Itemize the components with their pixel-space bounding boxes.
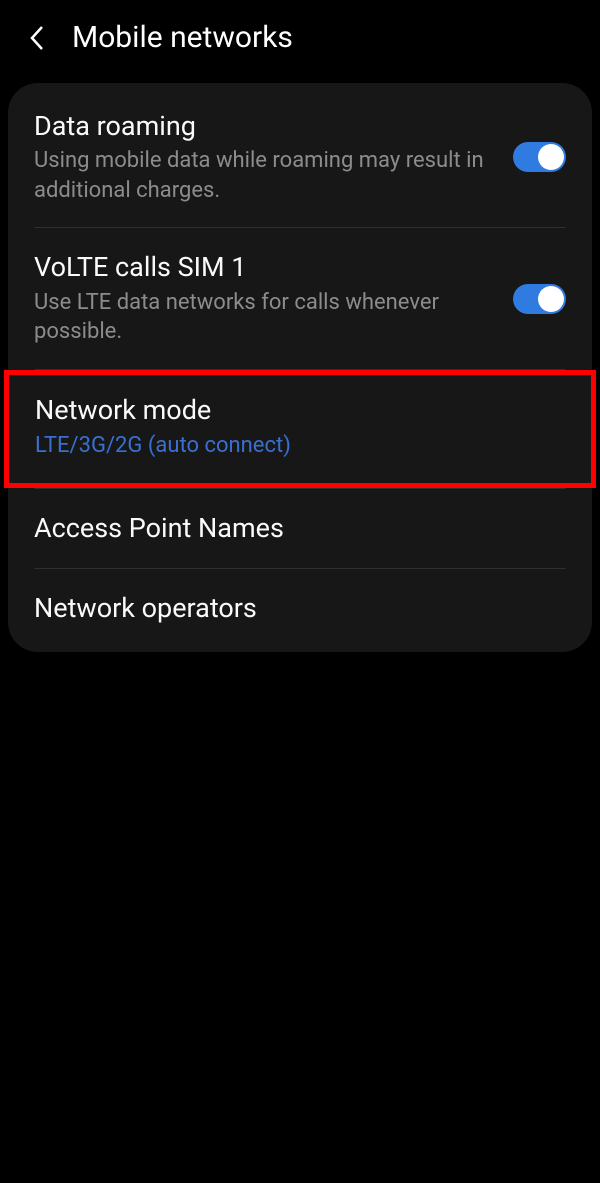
toggle-volte[interactable] <box>513 284 566 314</box>
item-subtitle: Use LTE data networks for calls whenever… <box>34 288 499 347</box>
header: Mobile networks <box>0 0 600 83</box>
item-volte[interactable]: VoLTE calls SIM 1 Use LTE data networks … <box>8 228 592 368</box>
item-subtitle: Using mobile data while roaming may resu… <box>34 146 499 205</box>
toggle-knob <box>538 144 564 170</box>
settings-panel: Data roaming Using mobile data while roa… <box>8 83 592 652</box>
item-title: Network operators <box>34 591 552 626</box>
item-title: Access Point Names <box>34 511 552 546</box>
item-text: Access Point Names <box>34 511 566 546</box>
item-subtitle: LTE/3G/2G (auto connect) <box>35 431 551 461</box>
item-text: Network mode LTE/3G/2G (auto connect) <box>35 393 565 461</box>
item-network-operators[interactable]: Network operators <box>8 569 592 648</box>
page-title: Mobile networks <box>72 20 293 55</box>
item-apn[interactable]: Access Point Names <box>8 489 592 568</box>
toggle-data-roaming[interactable] <box>513 142 566 172</box>
item-text: Network operators <box>34 591 566 626</box>
item-text: Data roaming Using mobile data while roa… <box>34 109 513 205</box>
item-network-mode[interactable]: Network mode LTE/3G/2G (auto connect) <box>4 370 596 488</box>
item-text: VoLTE calls SIM 1 Use LTE data networks … <box>34 250 513 346</box>
item-data-roaming[interactable]: Data roaming Using mobile data while roa… <box>8 87 592 227</box>
back-icon[interactable] <box>22 23 52 53</box>
item-title: Data roaming <box>34 109 499 144</box>
item-title: VoLTE calls SIM 1 <box>34 250 499 285</box>
item-title: Network mode <box>35 393 551 428</box>
toggle-knob <box>538 286 564 312</box>
